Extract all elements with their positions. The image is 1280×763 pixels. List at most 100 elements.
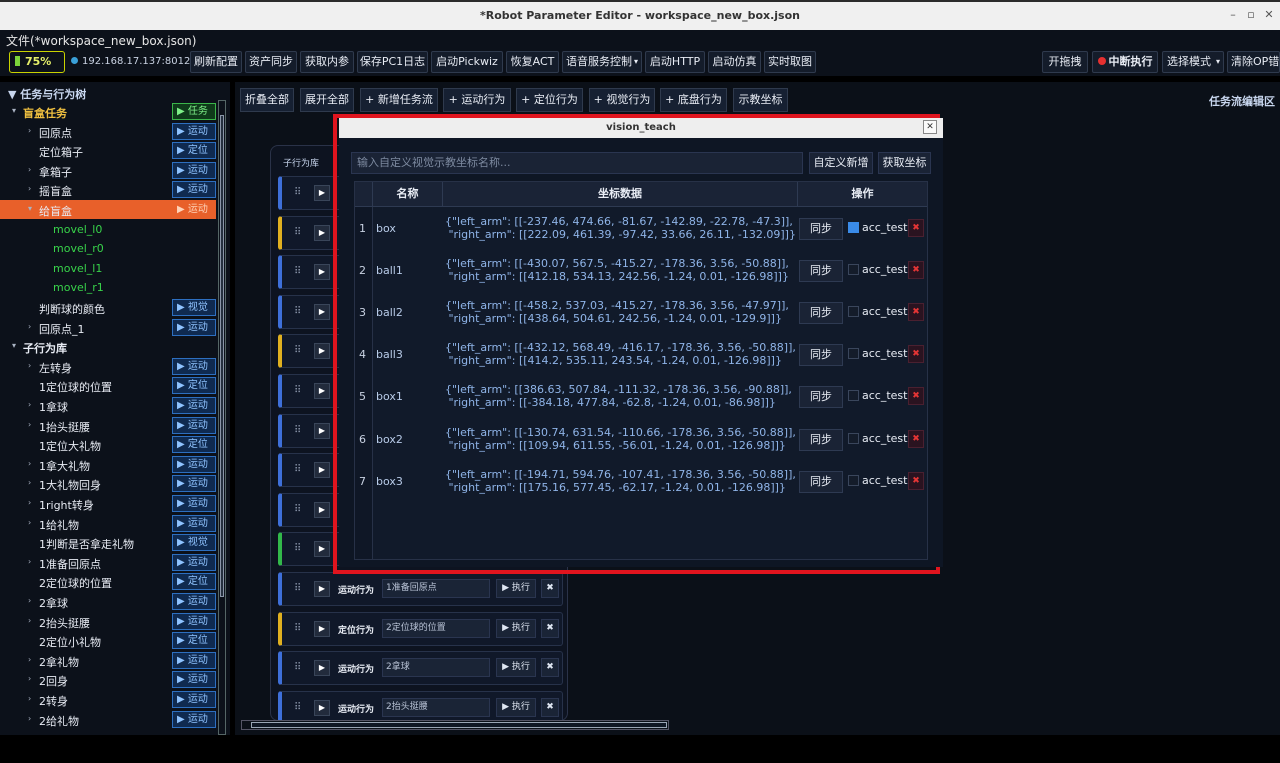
drag-handle-icon[interactable]: ⠿ xyxy=(294,266,301,277)
tree-item-run-button[interactable]: ▶ 运动 xyxy=(172,553,216,571)
drag-handle-icon[interactable]: ⠿ xyxy=(294,425,301,436)
add-motion-button[interactable]: + 运动行为 xyxy=(443,88,511,112)
behavior-name-input[interactable]: 2定位球的位置 xyxy=(382,618,490,638)
sync-button[interactable]: 同步 xyxy=(799,260,843,283)
tree-item-run-button[interactable]: ▶ 运动 xyxy=(172,357,216,375)
acc-test-checkbox[interactable] xyxy=(848,474,859,486)
sync-button[interactable]: 同步 xyxy=(799,470,843,493)
tree-item[interactable]: › 1拿球 ▶ 运动 xyxy=(0,396,216,415)
play-icon[interactable]: ▶ xyxy=(314,541,330,558)
live-capture-button[interactable]: 实时取图 xyxy=(764,51,816,73)
voice-service-dropdown[interactable]: 语音服务控制 ▾ xyxy=(562,51,642,73)
behavior-name-input[interactable]: 1准备回原点 xyxy=(382,579,490,598)
delete-button[interactable]: ✖ xyxy=(541,658,559,678)
coord-data[interactable]: {"left_arm": [[-237.46, 474.66, -81.67, … xyxy=(445,215,796,241)
tree-item-run-button[interactable]: ▶ 运动 xyxy=(172,475,216,493)
coord-data[interactable]: {"left_arm": [[-458.2, 537.03, -415.27, … xyxy=(445,299,789,325)
mode-select[interactable]: 选择模式 ▾ xyxy=(1162,51,1224,73)
drag-handle-icon[interactable]: ⠿ xyxy=(294,623,301,634)
tree-item-run-button[interactable]: ▶ 定位 xyxy=(172,142,216,160)
tree-item[interactable]: › 2转身 ▶ 运动 xyxy=(0,690,216,709)
tree-item[interactable]: 判断球的颜色 ▶ 视觉 xyxy=(0,298,216,317)
coord-name[interactable]: ball1 xyxy=(376,264,403,277)
acc-test-checkbox[interactable] xyxy=(848,432,859,444)
play-icon[interactable]: ▶ xyxy=(314,343,330,360)
coord-name[interactable]: box1 xyxy=(376,390,403,403)
chevron-right-icon[interactable]: › xyxy=(28,674,31,683)
tree-item[interactable]: 1定位大礼物 ▶ 定位 xyxy=(0,435,216,454)
chevron-right-icon[interactable]: › xyxy=(28,322,31,331)
tree-item[interactable]: › 1抬头挺腰 ▶ 运动 xyxy=(0,416,216,435)
tree-item-run-button[interactable]: ▶ 运动 xyxy=(172,514,216,532)
chevron-down-icon[interactable]: ▾ xyxy=(28,204,32,213)
tree-item[interactable]: › 2回身 ▶ 运动 xyxy=(0,670,216,689)
chevron-right-icon[interactable]: › xyxy=(28,498,31,507)
add-vision-button[interactable]: + 视觉行为 xyxy=(589,88,655,112)
tree-item[interactable]: › 2拿球 ▶ 运动 xyxy=(0,592,216,611)
tree-item-run-button[interactable]: ▶ 视觉 xyxy=(172,299,216,316)
execute-button[interactable]: ▶ 执行 xyxy=(496,579,536,598)
teach-coords-button[interactable]: 示教坐标 xyxy=(733,88,788,112)
delete-button[interactable]: ✖ xyxy=(541,618,559,638)
sync-button[interactable]: 同步 xyxy=(799,344,843,367)
tree-item-run-button[interactable]: ▶ 运动 xyxy=(172,201,216,218)
coord-name[interactable]: box xyxy=(376,222,396,235)
coord-name[interactable]: box2 xyxy=(376,433,403,446)
execute-button[interactable]: ▶ 执行 xyxy=(496,618,536,638)
tree-item[interactable]: 2定位球的位置 ▶ 定位 xyxy=(0,572,216,591)
chevron-right-icon[interactable]: › xyxy=(28,655,31,664)
play-icon[interactable]: ▶ xyxy=(314,383,330,399)
tree-item[interactable]: movel_l1 xyxy=(0,259,216,278)
acc-test-checkbox[interactable] xyxy=(848,264,859,276)
chevron-right-icon[interactable]: › xyxy=(28,459,31,468)
chevron-right-icon[interactable]: › xyxy=(28,420,31,429)
close-icon[interactable]: ✕ xyxy=(1262,8,1276,22)
clear-op-error-button[interactable]: 清除OP错 xyxy=(1227,51,1280,73)
tree-item[interactable]: ▾ 盲盒任务 ▶ 任务 xyxy=(0,102,216,121)
play-icon[interactable]: ▶ xyxy=(314,185,330,201)
get-intrinsics-button[interactable]: 获取内参 xyxy=(300,51,354,73)
delete-icon[interactable]: ✖ xyxy=(908,303,924,322)
play-icon[interactable]: ▶ xyxy=(314,422,330,439)
coord-name[interactable]: ball3 xyxy=(376,348,403,361)
execute-button[interactable]: ▶ 执行 xyxy=(496,697,536,717)
chevron-right-icon[interactable]: › xyxy=(28,518,31,527)
play-icon[interactable]: ▶ xyxy=(314,699,330,716)
tree-item[interactable]: 定位箱子 ▶ 定位 xyxy=(0,141,216,160)
tree-item-run-button[interactable]: ▶ 运动 xyxy=(172,161,216,179)
tree-item[interactable]: › 1right转身 ▶ 运动 xyxy=(0,494,216,513)
tree-item-run-button[interactable]: ▶ 运动 xyxy=(172,416,216,434)
sync-button[interactable]: 同步 xyxy=(799,302,843,325)
drag-handle-icon[interactable]: ⠿ xyxy=(294,385,301,396)
tree-item-run-button[interactable]: ▶ 任务 xyxy=(172,103,216,120)
drag-toggle-button[interactable]: 开拖拽 xyxy=(1042,51,1088,73)
tree-item-run-button[interactable]: ▶ 运动 xyxy=(172,181,216,199)
play-icon[interactable]: ▶ xyxy=(314,303,330,320)
tree-item-run-button[interactable]: ▶ 运动 xyxy=(172,691,216,708)
tree-item[interactable]: › 2抬头挺腰 ▶ 运动 xyxy=(0,612,216,631)
drag-handle-icon[interactable]: ⠿ xyxy=(294,227,301,238)
tree-item[interactable]: › 回原点 ▶ 运动 xyxy=(0,122,216,141)
tree-item[interactable]: movel_r0 xyxy=(0,239,216,258)
chevron-right-icon[interactable]: › xyxy=(28,616,31,625)
sync-button[interactable]: 同步 xyxy=(799,218,843,240)
behavior-card[interactable]: ⠿ ▶ 运动行为 2拿球 ▶ 执行 ✖ xyxy=(278,651,563,686)
drag-handle-icon[interactable]: ⠿ xyxy=(294,543,301,554)
tree-item-run-button[interactable]: ▶ 定位 xyxy=(172,377,216,395)
tree-item[interactable]: › 摇盲盒 ▶ 运动 xyxy=(0,180,216,199)
acc-test-checkbox[interactable] xyxy=(848,306,859,318)
maximize-icon[interactable]: ▫ xyxy=(1244,8,1258,22)
behavior-card[interactable]: ⠿ ▶ 运动行为 1准备回原点 ▶ 执行 ✖ xyxy=(278,572,563,606)
acc-test-checkbox[interactable] xyxy=(848,348,859,360)
play-icon[interactable]: ▶ xyxy=(314,620,330,637)
play-icon[interactable]: ▶ xyxy=(314,660,330,677)
start-sim-button[interactable]: 启动仿真 xyxy=(708,51,761,73)
drag-handle-icon[interactable]: ⠿ xyxy=(294,345,301,356)
tree-item-run-button[interactable]: ▶ 运动 xyxy=(172,455,216,473)
chevron-right-icon[interactable]: › xyxy=(28,184,31,193)
play-icon[interactable]: ▶ xyxy=(314,501,330,518)
get-coords-button[interactable]: 获取坐标 xyxy=(878,152,931,174)
interrupt-button[interactable]: 中断执行 xyxy=(1092,51,1158,73)
right-scrollbar[interactable] xyxy=(1271,116,1279,716)
tree-item[interactable]: › 1准备回原点 ▶ 运动 xyxy=(0,553,216,572)
